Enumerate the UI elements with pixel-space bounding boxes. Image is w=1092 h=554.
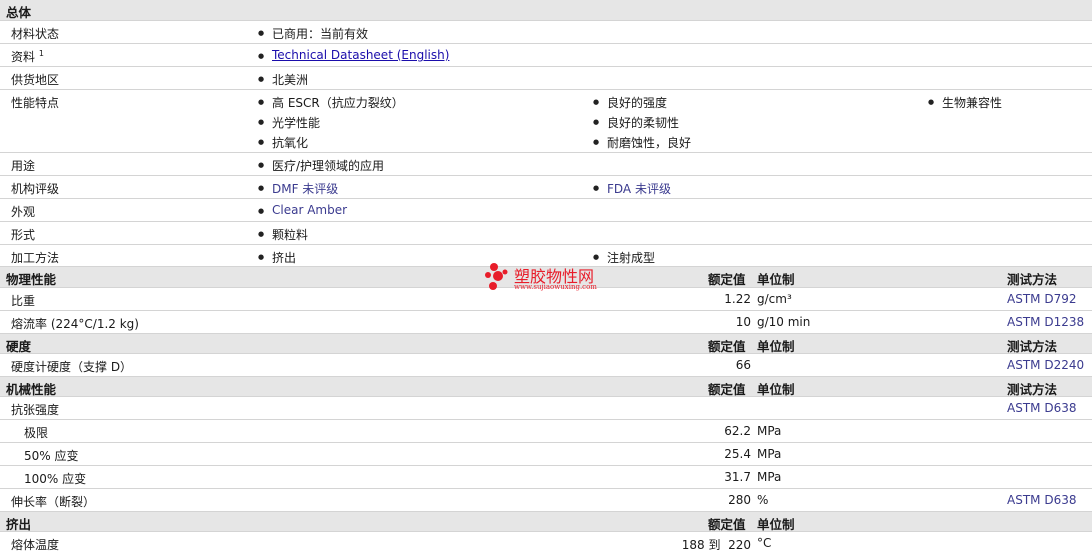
header-value: 额定值 [708,382,746,397]
section-hardness: 硬度 额定值 单位制 测试方法 [0,334,1092,354]
agency-item: FDA 未评级 [593,180,671,197]
feature-item: 良好的强度 [593,94,667,111]
datasheet-link[interactable]: Technical Datasheet (English) [272,48,449,62]
label: 供货地区 [11,73,60,87]
property-label: 50% 应变 [24,449,79,463]
section-title: 硬度 [6,339,32,354]
header-unit: 单位制 [757,517,795,532]
property-label: 极限 [24,426,49,440]
label: 加工方法 [11,251,60,265]
property-value: 25.4 [724,447,751,461]
row-form: 形式 颗粒料 [0,222,1092,245]
header-unit: 单位制 [757,382,795,397]
section-general: 总体 [0,0,1092,21]
property-value: 1.22 [724,292,751,306]
table-row: 抗张强度 ASTM D638 [0,397,1092,420]
agency-item: DMF 未评级 [258,180,338,197]
property-label: 硬度计硬度（支撑 D） [11,360,133,374]
property-label: 伸长率（断裂） [11,495,96,509]
property-unit: °C [757,536,772,550]
test-method: ASTM D638 [1007,493,1077,507]
section-title: 物理性能 [6,272,57,287]
header-unit: 单位制 [757,272,795,287]
property-value: 66 [735,358,751,372]
table-row: 熔体温度 188 到 220 °C [0,532,1092,554]
label: 材料状态 [11,27,60,41]
property-label: 熔体温度 [11,538,60,552]
section-title: 总体 [6,5,32,20]
property-unit: MPa [757,470,782,484]
table-row: 50% 应变 25.4 MPa [0,443,1092,466]
row-agency: 机构评级 DMF 未评级 FDA 未评级 [0,176,1092,199]
value: 颗粒料 [258,226,308,243]
label: 性能特点 [11,96,60,110]
feature-item: 生物兼容性 [928,94,1002,111]
value: 已商用：当前有效 [258,25,368,42]
property-value: 31.7 [724,470,751,484]
header-unit: 单位制 [757,339,795,354]
row-uses: 用途 医疗/护理领域的应用 [0,153,1092,176]
header-value: 额定值 [708,517,746,532]
property-unit: % [757,493,769,507]
table-row: 硬度计硬度（支撑 D） 66 ASTM D2240 [0,354,1092,377]
property-label: 100% 应变 [24,472,87,486]
property-unit: g/cm³ [757,292,792,306]
header-method: 测试方法 [1007,339,1058,354]
test-method: ASTM D1238 [1007,315,1085,329]
property-label: 熔流率 (224°C/1.2 kg) [11,317,139,331]
property-unit: g/10 min [757,315,811,329]
header-method: 测试方法 [1007,382,1058,397]
header-method: 测试方法 [1007,272,1058,287]
property-value: 188 到 220 [681,538,751,552]
section-title: 挤出 [6,517,32,532]
test-method: ASTM D792 [1007,292,1077,306]
label: 用途 [11,159,36,173]
feature-item: 良好的柔韧性 [593,114,679,131]
header-value: 额定值 [708,339,746,354]
property-value: 62.2 [724,424,751,438]
property-unit: MPa [757,424,782,438]
feature-item: 光学性能 [258,114,320,131]
label: 资料 1 [11,49,44,64]
table-row: 极限 62.2 MPa [0,420,1092,443]
table-row: 100% 应变 31.7 MPa [0,466,1092,489]
logo-dots-icon [485,263,508,290]
row-appearance: 外观 Clear Amber [0,199,1092,222]
table-row: 熔流率 (224°C/1.2 kg) 10 g/10 min ASTM D123… [0,311,1092,334]
value: 医疗/护理领域的应用 [258,157,384,174]
row-material-status: 材料状态 已商用：当前有效 [0,21,1092,44]
table-row: 伸长率（断裂） 280 % ASTM D638 [0,489,1092,512]
header-value: 额定值 [708,272,746,287]
property-label: 抗张强度 [11,403,60,417]
value: 北美洲 [258,71,308,88]
watermark-logo: 塑胶物性网 www.sujiaowuxing.com [484,262,624,294]
label: 机构评级 [11,182,60,196]
row-region: 供货地区 北美洲 [0,67,1092,90]
section-mechanical: 机械性能 额定值 单位制 测试方法 [0,377,1092,397]
feature-item: 抗氧化 [258,134,308,151]
test-method: ASTM D2240 [1007,358,1085,372]
test-method: ASTM D638 [1007,401,1077,415]
datasheet-link-item: Technical Datasheet (English) [258,48,449,62]
watermark-url: www.sujiaowuxing.com [514,283,597,291]
property-value: 10 [735,315,751,329]
property-value: 280 [728,493,751,507]
label: 形式 [11,228,36,242]
feature-item: 耐磨蚀性，良好 [593,134,691,151]
property-unit: MPa [757,447,782,461]
property-label: 比重 [11,294,36,308]
value: Clear Amber [258,203,347,217]
row-features: 性能特点 高 ESCR（抗应力裂纹） 良好的强度 生物兼容性 光学性能 良好的柔… [0,90,1092,153]
section-title: 机械性能 [6,382,57,397]
section-extrusion: 挤出 额定值 单位制 [0,512,1092,532]
feature-item: 高 ESCR（抗应力裂纹） [258,94,404,111]
process-item: 挤出 [258,249,296,266]
label: 外观 [11,205,36,219]
row-docs: 资料 1 Technical Datasheet (English) [0,44,1092,67]
